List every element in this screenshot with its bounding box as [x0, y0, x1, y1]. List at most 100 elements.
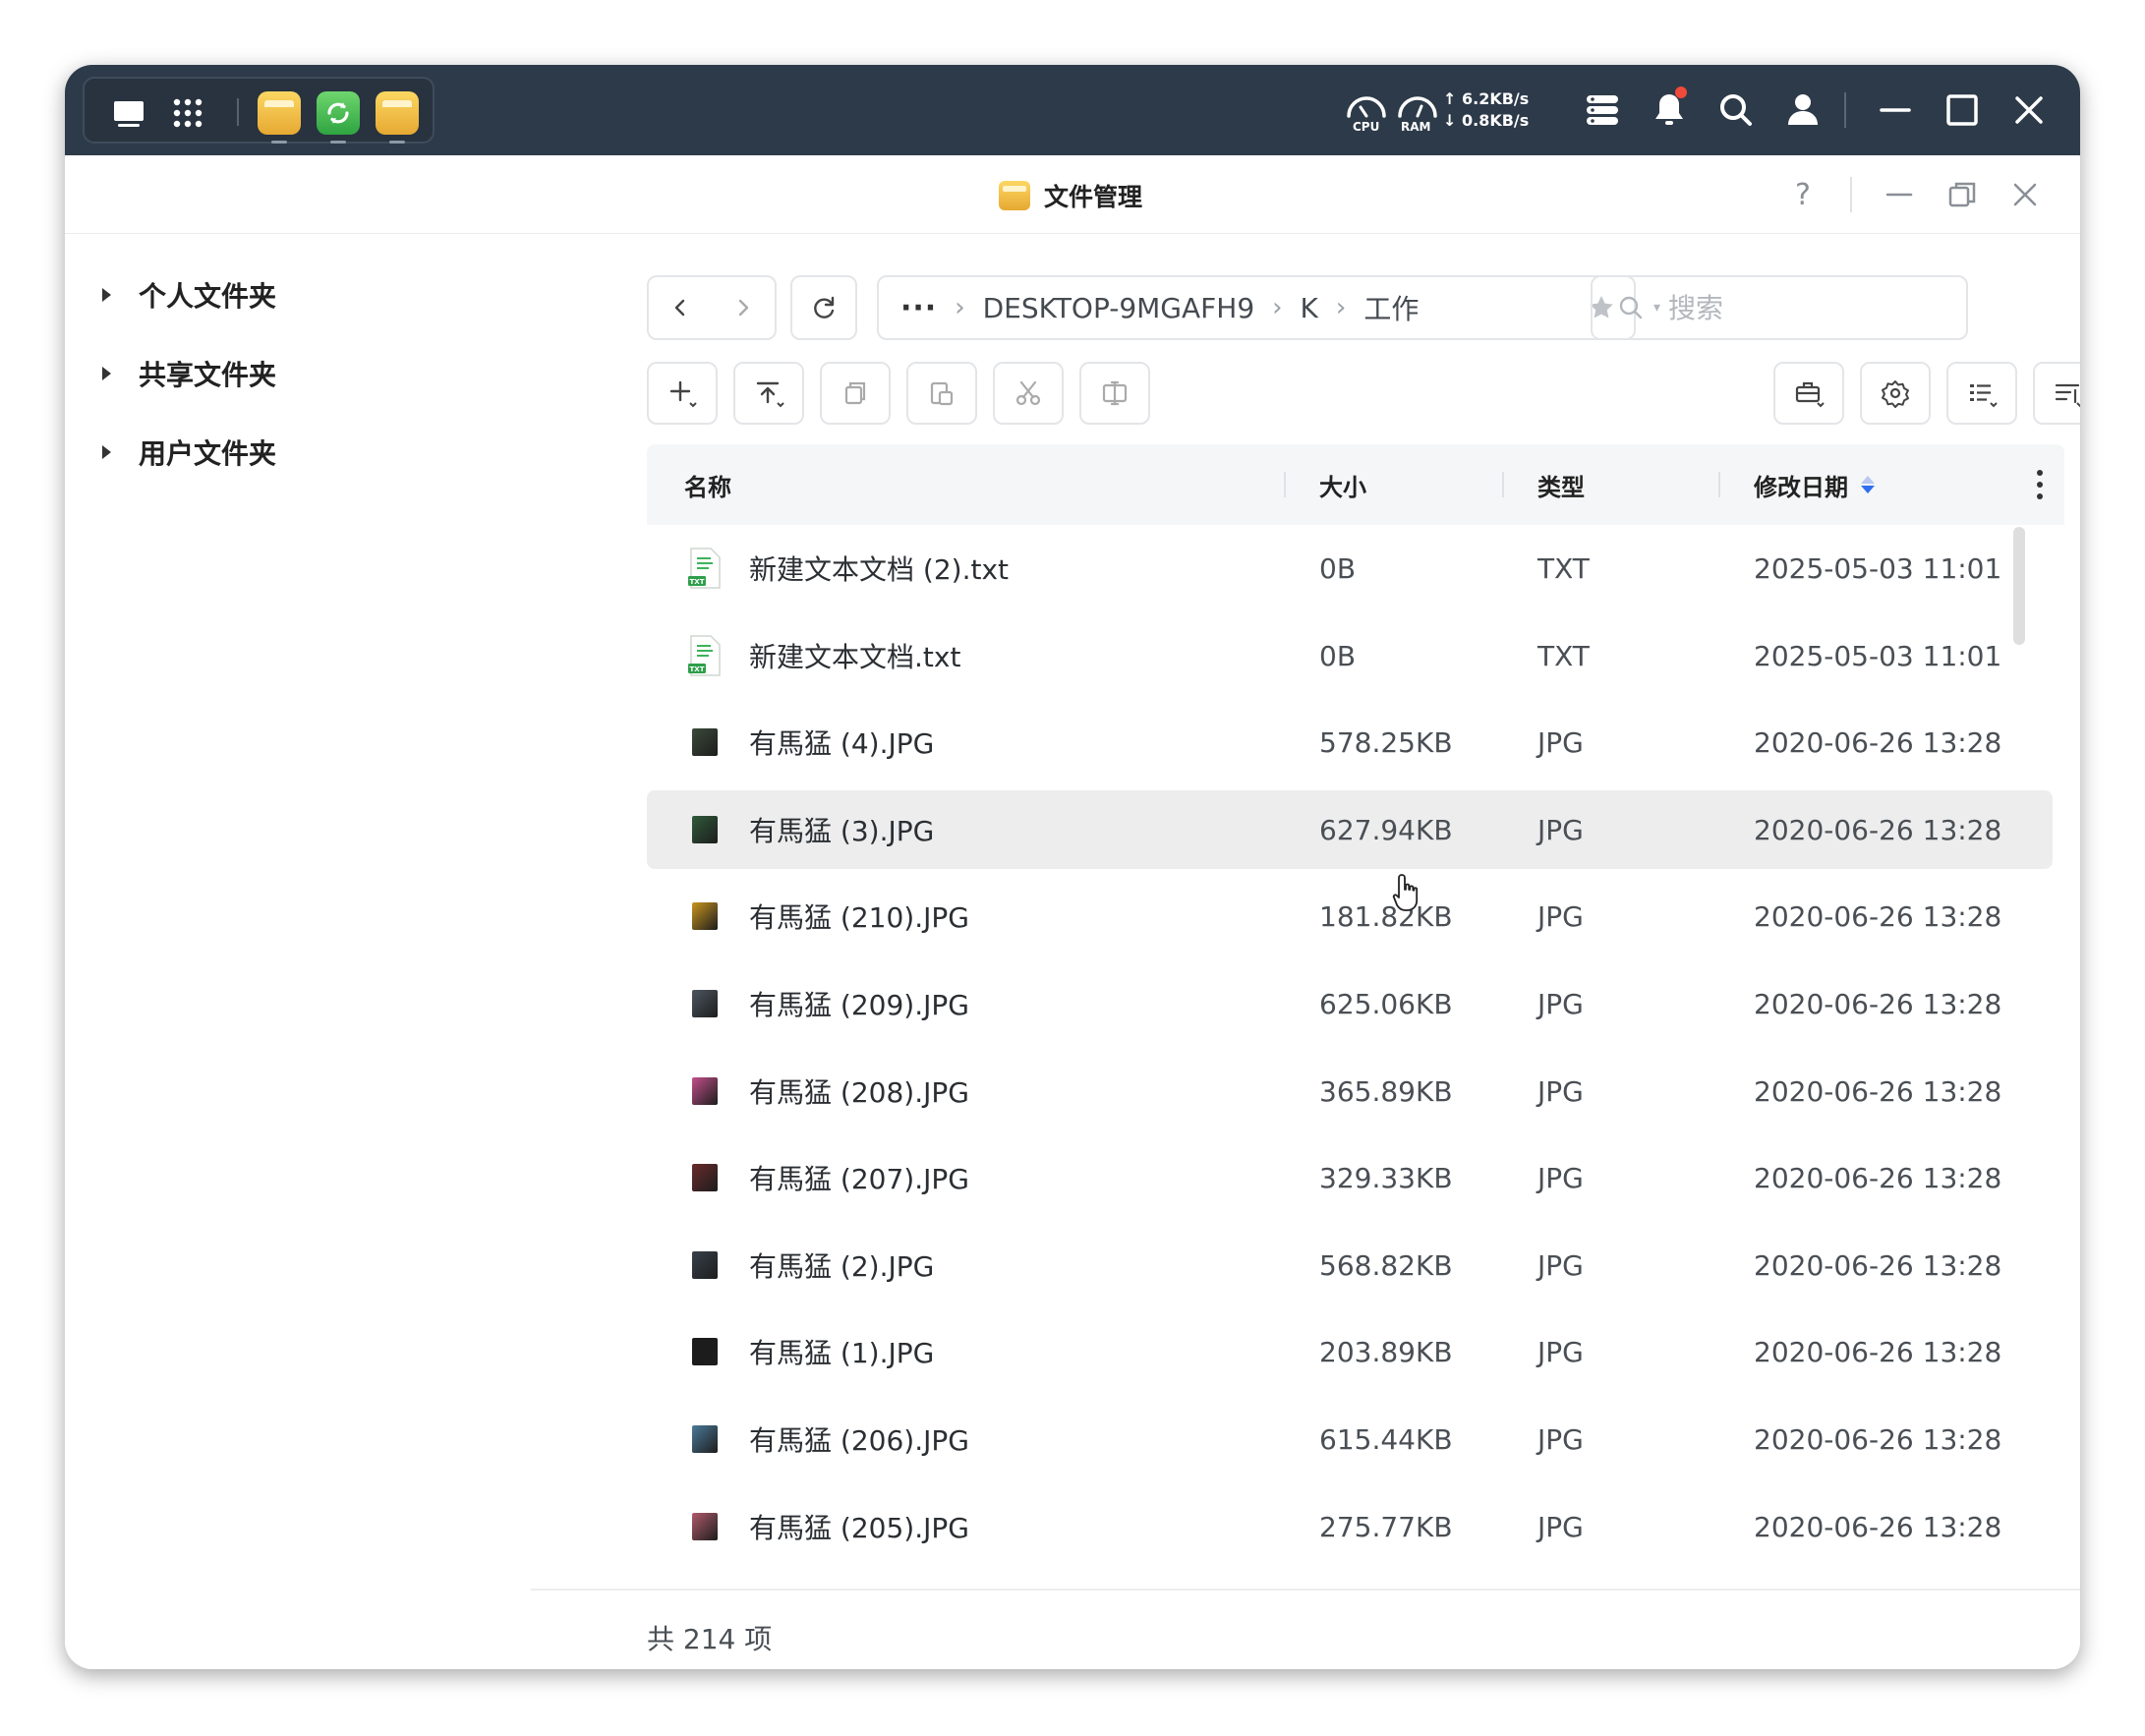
file-size: 275.77KB: [1319, 1510, 1453, 1543]
view-mode-button[interactable]: [1946, 362, 2017, 425]
expand-triangle-icon[interactable]: [102, 288, 111, 302]
table-row[interactable]: 有馬猛 (4).JPG 578.25KB JPG 2020-06-26 13:28: [647, 703, 2053, 781]
file-manager-app-icon-2[interactable]: [376, 91, 419, 144]
column-header-type[interactable]: 类型: [1537, 444, 1585, 525]
column-header-modified[interactable]: 修改日期: [1754, 444, 1876, 525]
svg-text:TXT: TXT: [690, 578, 705, 586]
table-row[interactable]: 有馬猛 (210).JPG 181.82KB JPG 2020-06-26 13:28: [647, 877, 2053, 955]
chevron-left-icon: [674, 299, 685, 317]
file-size: 365.89KB: [1319, 1074, 1453, 1108]
table-row[interactable]: 有馬猛 (2).JPG 568.82KB JPG 2020-06-26 13:28: [647, 1226, 2053, 1304]
sidebar-item-shared-folder[interactable]: 共享文件夹: [102, 352, 276, 395]
desktop-icon[interactable]: [110, 94, 147, 132]
column-header-size[interactable]: 大小: [1319, 444, 1366, 525]
server-status-icon[interactable]: [1579, 87, 1626, 134]
file-size: 578.25KB: [1319, 725, 1453, 759]
table-row[interactable]: TXT 新建文本文档.txt 0B TXT 2025-05-03 11:01: [647, 616, 2053, 695]
table-row[interactable]: 有馬猛 (209).JPG 625.06KB JPG 2020-06-26 13:28: [647, 964, 2053, 1043]
copy-icon: [844, 381, 866, 405]
column-header-label: 修改日期: [1754, 473, 1848, 501]
upload-speed: 6.2KB/s: [1461, 89, 1530, 108]
help-icon[interactable]: ?: [1783, 175, 1823, 214]
file-size: 568.82KB: [1319, 1248, 1453, 1282]
file-modified: 2020-06-26 13:28: [1754, 1510, 2002, 1543]
table-row[interactable]: 有馬猛 (205).JPG 275.77KB JPG 2020-06-26 13:28: [647, 1487, 2053, 1566]
back-button[interactable]: [649, 277, 712, 338]
expand-triangle-icon[interactable]: [102, 445, 111, 459]
window-minimize-icon[interactable]: [1880, 175, 1919, 214]
file-name: 有馬猛 (4).JPG: [749, 727, 935, 760]
file-name: 有馬猛 (3).JPG: [749, 815, 935, 847]
sort-button[interactable]: [2033, 362, 2080, 425]
close-icon[interactable]: [2005, 87, 2053, 134]
cut-button[interactable]: [993, 362, 1064, 425]
file-manager-app-icon[interactable]: [258, 91, 301, 144]
upload-button[interactable]: [733, 362, 804, 425]
window-close-icon[interactable]: [2005, 175, 2045, 214]
breadcrumb-item-current[interactable]: 工作: [1363, 288, 1419, 327]
sort-desc-icon: [1860, 474, 1876, 495]
copy-button[interactable]: [820, 362, 891, 425]
jpg-thumbnail-icon: [692, 1425, 718, 1453]
file-name: 新建文本文档.txt: [749, 641, 961, 673]
file-type: TXT: [1537, 639, 1590, 672]
user-avatar-icon[interactable]: [1779, 87, 1826, 134]
paste-icon: [930, 381, 954, 406]
breadcrumb-item[interactable]: DESKTOP-9MGAFH9: [983, 292, 1255, 324]
expand-triangle-icon[interactable]: [102, 367, 111, 380]
rename-icon: [1102, 380, 1128, 406]
sort-dropdown-icon: [2055, 383, 2080, 408]
column-header-label: 大小: [1319, 473, 1366, 501]
table-row[interactable]: 有馬猛 (208).JPG 365.89KB JPG 2020-06-26 13:28: [647, 1052, 2053, 1130]
sidebar-item-personal-folder[interactable]: 个人文件夹: [102, 273, 276, 317]
table-row[interactable]: 有馬猛 (3).JPG 627.94KB JPG 2020-06-26 13:28: [647, 790, 2053, 869]
file-size: 627.94KB: [1319, 813, 1453, 846]
refresh-button[interactable]: [792, 277, 855, 338]
download-arrow-icon: ↓: [1443, 111, 1457, 130]
item-count: 共 214 项: [647, 1623, 773, 1655]
column-options-icon[interactable]: [2035, 468, 2045, 501]
sidebar-item-user-folder[interactable]: 用户文件夹: [102, 431, 276, 474]
search-input[interactable]: [1668, 291, 1925, 324]
column-resizer[interactable]: [1284, 472, 1286, 497]
gear-icon: [1882, 380, 1909, 408]
forward-button[interactable]: [712, 277, 775, 338]
rename-button[interactable]: [1079, 362, 1150, 425]
hand-cursor-icon: [1392, 874, 1419, 911]
sidebar: 个人文件夹 共享文件夹 用户文件夹: [65, 234, 531, 1669]
list-view-dropdown-icon: [1970, 384, 1998, 408]
file-type: JPG: [1537, 987, 1584, 1020]
settings-button[interactable]: [1860, 362, 1931, 425]
table-row[interactable]: 有馬猛 (207).JPG 329.33KB JPG 2020-06-26 13:28: [647, 1138, 2053, 1217]
search-icon[interactable]: [1712, 87, 1760, 134]
vertical-scrollbar[interactable]: [2013, 527, 2025, 645]
file-modified: 2020-06-26 13:28: [1754, 1335, 2002, 1368]
file-type: JPG: [1537, 1074, 1584, 1108]
main-pane: ··· › DESKTOP-9MGAFH9 › K › 工作 ▾ 搜索 名称 大…: [531, 234, 2080, 1669]
breadcrumb-item[interactable]: K: [1301, 292, 1318, 324]
search-dropdown-icon[interactable]: ▾: [1653, 300, 1660, 316]
paste-button[interactable]: [906, 362, 977, 425]
sync-app-icon[interactable]: [317, 91, 360, 144]
new-button[interactable]: [647, 362, 718, 425]
column-header-name[interactable]: 名称: [684, 444, 731, 525]
table-row[interactable]: 有馬猛 (206).JPG 615.44KB JPG 2020-06-26 13:28: [647, 1400, 2053, 1478]
window-restore-icon[interactable]: [1942, 175, 1982, 214]
breadcrumb-more[interactable]: ···: [900, 291, 937, 325]
file-name: 有馬猛 (206).JPG: [749, 1424, 969, 1457]
column-resizer[interactable]: [1718, 472, 1720, 497]
minimize-icon[interactable]: [1872, 87, 1919, 134]
table-row[interactable]: 有馬猛 (1).JPG 203.89KB JPG 2020-06-26 13:28: [647, 1312, 2053, 1391]
storage-button[interactable]: [1773, 362, 1844, 425]
table-row[interactable]: TXT 新建文本文档 (2).txt 0B TXT 2025-05-03 11:01: [647, 529, 2053, 608]
maximize-icon[interactable]: [1939, 87, 1986, 134]
file-type: JPG: [1537, 1335, 1584, 1368]
column-resizer[interactable]: [1502, 472, 1504, 497]
file-name: 有馬猛 (2).JPG: [749, 1250, 935, 1283]
file-modified: 2020-06-26 13:28: [1754, 725, 2002, 759]
notification-bell-icon[interactable]: [1646, 87, 1693, 134]
app-grid-icon[interactable]: [169, 94, 206, 132]
file-type: TXT: [1537, 551, 1590, 585]
jpg-thumbnail-icon: [692, 1077, 718, 1105]
jpg-thumbnail-icon: [692, 816, 718, 843]
